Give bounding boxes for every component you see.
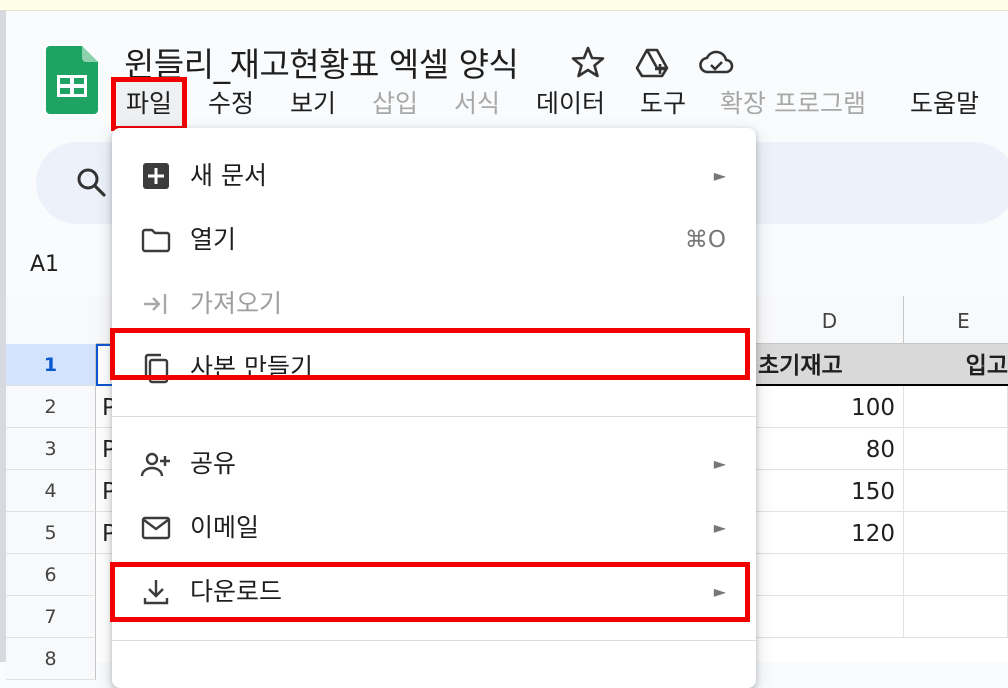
name-box[interactable]: A1 xyxy=(30,252,59,277)
menu-insert[interactable]: 삽입 xyxy=(372,82,418,126)
menu-item-new[interactable]: 새 문서 ► xyxy=(112,144,756,208)
menu-item-share[interactable]: 공유 ► xyxy=(112,432,756,496)
menu-item-import[interactable]: 가져오기 xyxy=(112,272,756,336)
menu-data[interactable]: 데이터 xyxy=(536,82,605,126)
menu-item-new-label: 새 문서 xyxy=(190,161,267,190)
menu-edit[interactable]: 수정 xyxy=(208,82,254,126)
row-header-8[interactable]: 8 xyxy=(6,638,96,680)
menu-view[interactable]: 보기 xyxy=(290,82,336,126)
annotation-box-make-copy xyxy=(110,328,750,380)
row-header-2[interactable]: 2 xyxy=(6,386,96,428)
submenu-arrow-icon: ► xyxy=(713,518,726,537)
row-header-1[interactable]: 1 xyxy=(6,344,96,386)
menu-item-open-shortcut: ⌘O xyxy=(684,227,726,253)
column-header-e[interactable]: E xyxy=(904,296,1008,344)
move-to-drive-icon[interactable] xyxy=(634,44,670,80)
menu-item-email[interactable]: 이메일 ► xyxy=(112,496,756,560)
cell-e5[interactable] xyxy=(904,512,1008,554)
column-header-d[interactable]: D xyxy=(756,296,904,344)
cell-e4[interactable] xyxy=(904,470,1008,512)
folder-icon xyxy=(141,228,171,253)
row-header-7[interactable]: 7 xyxy=(6,596,96,638)
email-icon xyxy=(141,516,171,540)
annotation-box-download xyxy=(110,562,750,622)
menu-item-import-label: 가져오기 xyxy=(190,289,283,318)
menu-item-share-label: 공유 xyxy=(190,449,237,478)
search-icon[interactable] xyxy=(74,165,108,199)
import-icon xyxy=(144,294,167,314)
cell-d2[interactable]: 100 xyxy=(756,386,904,428)
menu-format[interactable]: 서식 xyxy=(454,82,500,126)
menu-file[interactable]: 파일 xyxy=(110,77,188,131)
browser-top-strip xyxy=(0,0,1008,11)
menu-item-open-label: 열기 xyxy=(190,225,237,254)
new-doc-icon xyxy=(143,163,169,189)
cell-d5[interactable]: 120 xyxy=(756,512,904,554)
menu-separator xyxy=(112,640,756,641)
submenu-arrow-icon: ► xyxy=(713,454,726,473)
cell-e3[interactable] xyxy=(904,428,1008,470)
star-icon[interactable] xyxy=(570,44,606,80)
menu-help[interactable]: 도움말 xyxy=(910,82,979,126)
cell-d1[interactable]: 초기재고 xyxy=(756,344,904,386)
cell-e6[interactable] xyxy=(904,554,1008,596)
menu-tools[interactable]: 도구 xyxy=(640,82,686,126)
sheets-logo-icon[interactable] xyxy=(46,46,98,114)
share-person-icon xyxy=(140,452,170,477)
submenu-arrow-icon: ► xyxy=(713,166,726,185)
row-header-4[interactable]: 4 xyxy=(6,470,96,512)
menu-item-email-label: 이메일 xyxy=(190,513,260,542)
cell-e1[interactable]: 입고 xyxy=(904,344,1008,386)
cell-d6[interactable] xyxy=(756,554,904,596)
document-title[interactable]: 윈들리_재고현황표 엑셀 양식 xyxy=(124,38,519,86)
cell-d4[interactable]: 150 xyxy=(756,470,904,512)
cloud-saved-icon[interactable] xyxy=(698,44,734,80)
cell-e2[interactable] xyxy=(904,386,1008,428)
menu-separator xyxy=(112,416,756,417)
cell-e7[interactable] xyxy=(904,596,1008,638)
cell-d7[interactable] xyxy=(756,596,904,638)
menu-extensions[interactable]: 확장 프로그램 xyxy=(720,82,866,126)
row-header-3[interactable]: 3 xyxy=(6,428,96,470)
cell-d3[interactable]: 80 xyxy=(756,428,904,470)
row-header-6[interactable]: 6 xyxy=(6,554,96,596)
select-all-corner[interactable] xyxy=(6,296,97,347)
row-header-5[interactable]: 5 xyxy=(6,512,96,554)
menu-item-open[interactable]: 열기 ⌘O xyxy=(112,208,756,272)
